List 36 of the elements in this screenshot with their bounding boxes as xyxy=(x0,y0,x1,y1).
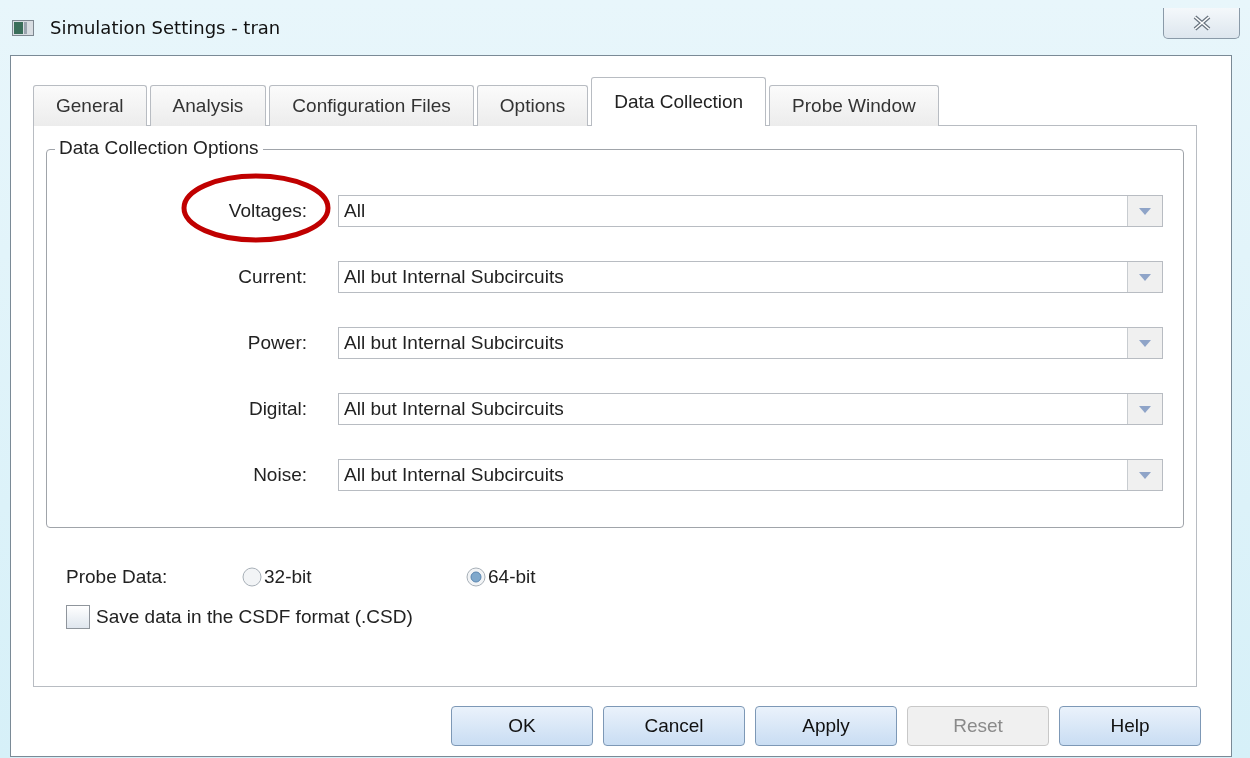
dropdown[interactable]: All xyxy=(338,195,1163,227)
dropdown-arrow-icon xyxy=(1139,207,1151,215)
dropdown-arrow-icon xyxy=(1139,273,1151,281)
checkbox[interactable] xyxy=(66,605,90,629)
field-label: Digital: xyxy=(247,398,307,420)
radio-label: 64-bit xyxy=(488,566,536,588)
field-label: Power: xyxy=(246,332,307,354)
tab[interactable]: Probe Window xyxy=(769,85,939,126)
tab[interactable]: Analysis xyxy=(149,85,267,126)
field-label: Voltages: xyxy=(227,200,307,222)
dropdown[interactable]: All but Internal Subcircuits xyxy=(338,393,1163,425)
dropdown-arrow-icon xyxy=(1139,339,1151,347)
dropdown[interactable]: All but Internal Subcircuits xyxy=(338,459,1163,491)
dialog-button[interactable]: Cancel xyxy=(603,706,745,746)
close-button[interactable] xyxy=(1163,8,1240,39)
tab[interactable]: Data Collection xyxy=(591,77,767,126)
tab[interactable]: Options xyxy=(476,85,589,126)
radio-label: 32-bit xyxy=(264,566,312,588)
dropdown[interactable]: All but Internal Subcircuits xyxy=(338,327,1163,359)
tab[interactable]: General xyxy=(33,85,147,126)
app-icon xyxy=(12,19,34,36)
tab[interactable]: Configuration Files xyxy=(269,85,474,126)
field-label: Noise: xyxy=(252,464,307,486)
dropdown-arrow-icon xyxy=(1139,405,1151,413)
window-title: Simulation Settings - tran xyxy=(50,17,281,38)
radio-button[interactable] xyxy=(466,567,486,587)
field-label: Current: xyxy=(237,266,307,288)
close-icon xyxy=(1191,15,1212,31)
dialog-button[interactable]: Help xyxy=(1059,706,1201,746)
dialog-button[interactable]: Apply xyxy=(755,706,897,746)
field-label: Probe Data: xyxy=(66,566,169,588)
dialog-button[interactable]: OK xyxy=(451,706,593,746)
dropdown-arrow-icon xyxy=(1139,471,1151,479)
checkbox-label: Save data in the CSDF format (.CSD) xyxy=(96,606,413,628)
radio-button[interactable] xyxy=(242,567,262,587)
dropdown[interactable]: All but Internal Subcircuits xyxy=(338,261,1163,293)
